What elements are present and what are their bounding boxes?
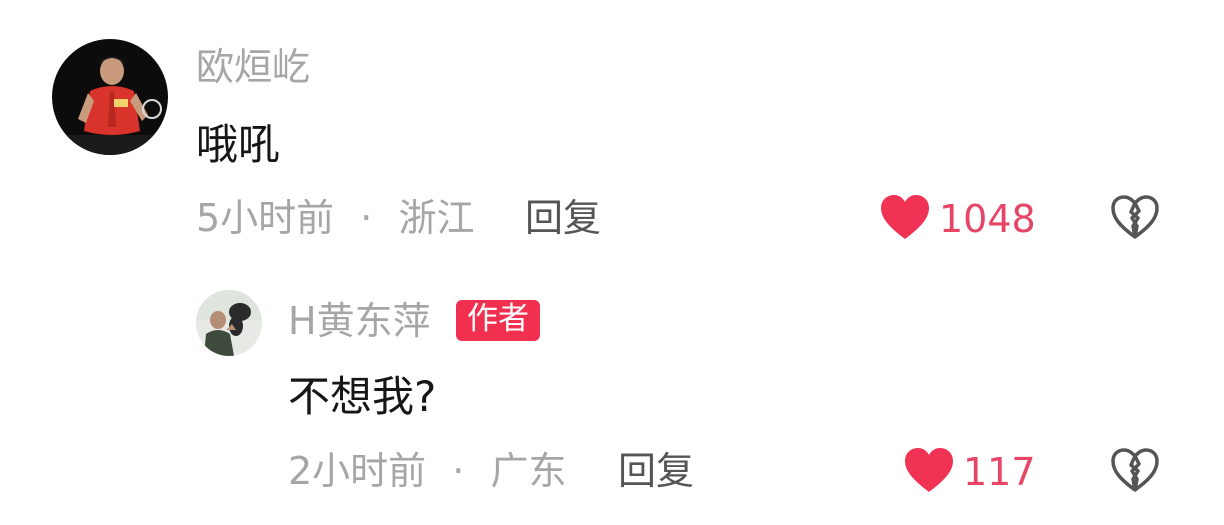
reply-meta: 2小时前 · 广东 (288, 452, 566, 490)
reply-button[interactable]: 回复 (525, 199, 601, 237)
comment-time: 5小时前 (196, 196, 335, 240)
avatar[interactable] (52, 39, 168, 155)
comment-text: 哦吼 (196, 120, 281, 169)
meta-separator: · (452, 449, 465, 493)
reply-reply-button[interactable]: 回复 (618, 452, 694, 490)
comment-meta: 5小时前 · 浙江 (196, 199, 474, 237)
reply-dislike-button[interactable] (1110, 447, 1160, 497)
reply-like-button[interactable]: 117 (903, 446, 1036, 498)
comment-location: 浙江 (398, 196, 475, 240)
reply-location: 广东 (490, 449, 567, 493)
comment-username[interactable]: 欧烜屹 (196, 48, 310, 86)
broken-heart-icon (1110, 448, 1160, 497)
meta-separator: · (360, 196, 373, 240)
reply-avatar[interactable] (196, 290, 262, 356)
reply-text: 不想我? (288, 372, 437, 421)
heart-icon (879, 193, 931, 245)
heart-icon (903, 446, 955, 498)
reply-time: 2小时前 (288, 449, 427, 493)
like-button[interactable]: 1048 (879, 193, 1036, 245)
broken-heart-icon (1110, 195, 1160, 244)
reply-username[interactable]: H黄东萍 (288, 302, 431, 340)
dislike-button[interactable] (1110, 194, 1160, 244)
like-count: 1048 (939, 197, 1036, 241)
author-badge: 作者 (456, 300, 540, 341)
reply-like-count: 117 (963, 450, 1036, 494)
